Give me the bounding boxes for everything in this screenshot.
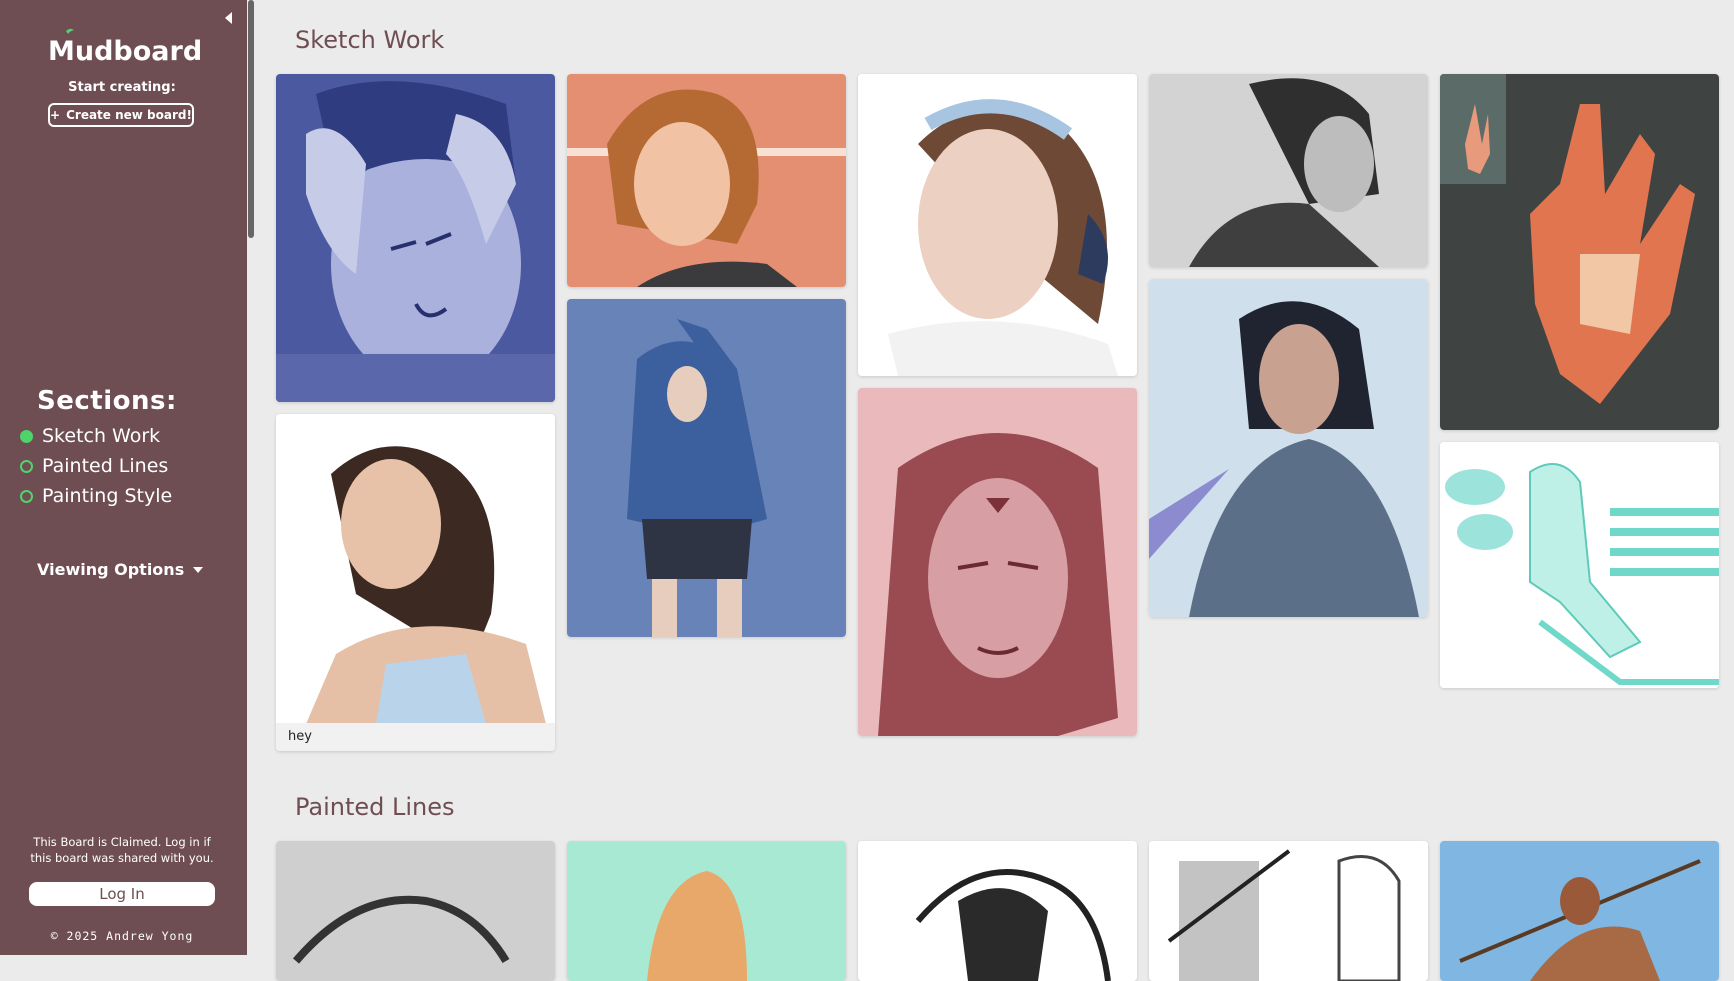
sketch-image — [858, 841, 1137, 981]
chevron-left-icon — [225, 12, 232, 24]
inactive-dot-icon — [20, 459, 33, 473]
image-card-woman-headband-portrait[interactable] — [858, 74, 1137, 376]
section-title-sketch-work: Sketch Work — [295, 26, 445, 54]
create-board-label: Create new board! — [66, 108, 192, 122]
image-card-hand-gesture-orange[interactable] — [1440, 74, 1719, 430]
image-card-figure-hoodie-blue[interactable] — [567, 299, 846, 637]
image-card-ink-sketch-portrait[interactable] — [858, 841, 1137, 981]
sketch-image — [567, 841, 846, 981]
active-dot-icon — [20, 429, 33, 443]
sidebar-item-label: Painting Style — [42, 485, 173, 507]
image-card-gray-sketch-hair[interactable] — [276, 841, 555, 981]
image-card-man-head-in-hands[interactable] — [276, 74, 555, 402]
collapse-sidebar-button[interactable] — [222, 10, 236, 26]
logo-graphic: Mudboard — [48, 28, 202, 67]
sidebar-item-label: Painted Lines — [42, 455, 169, 477]
claimed-board-notice: This Board is Claimed. Log in if this bo… — [30, 835, 214, 865]
sketch-image — [567, 299, 846, 637]
caret-down-icon — [193, 566, 204, 573]
image-card-figure-mint-background[interactable] — [567, 841, 846, 981]
sidebar-item-painting-style[interactable]: Painting Style — [20, 483, 172, 509]
sidebar-item-painted-lines[interactable]: Painted Lines — [20, 453, 168, 479]
sketch-image — [858, 74, 1137, 376]
inactive-dot-icon — [20, 489, 33, 503]
image-card-figure-with-spear-sky[interactable] — [1440, 841, 1719, 981]
section-title-painted-lines: Painted Lines — [295, 793, 455, 821]
viewing-options-dropdown[interactable]: Viewing Options — [37, 560, 204, 579]
sketch-image — [1440, 442, 1719, 688]
start-creating-label: Start creating: — [68, 80, 176, 95]
scrollbar-thumb[interactable] — [248, 0, 254, 238]
sketch-image — [1149, 841, 1428, 981]
sidebar: Mudboard Start creating: + Create new bo… — [0, 0, 247, 955]
sketch-image — [1440, 74, 1719, 430]
sketch-image — [1149, 74, 1428, 267]
image-card-woman-bob-hair-orange[interactable] — [567, 74, 846, 287]
image-card-armored-figure-sketches[interactable] — [1149, 841, 1428, 981]
plus-icon: + — [50, 108, 61, 122]
sections-heading: Sections: — [37, 386, 177, 416]
image-card-man-blue-jacket[interactable] — [1149, 279, 1428, 617]
mudboard-logo[interactable]: Mudboard — [46, 28, 202, 67]
create-board-button[interactable]: + Create new board! — [48, 103, 194, 127]
sidebar-item-label: Sketch Work — [42, 425, 161, 447]
logo-text: Mudboard — [48, 36, 200, 66]
sidebar-item-sketch-work[interactable]: Sketch Work — [20, 423, 160, 449]
sketch-image — [276, 841, 555, 981]
sketch-image — [567, 74, 846, 287]
copyright-text: © 2025 Andrew Yong — [50, 929, 194, 943]
sketch-image — [276, 414, 555, 751]
image-card-woman-pink-portrait[interactable] — [858, 388, 1137, 736]
sketch-image — [1149, 279, 1428, 617]
card-caption: hey — [276, 723, 555, 751]
sketch-image — [858, 388, 1137, 736]
image-card-woman-hair-tank-top[interactable]: hey — [276, 414, 555, 751]
image-card-woman-grayscale-profile[interactable] — [1149, 74, 1428, 267]
viewing-options-label: Viewing Options — [37, 560, 185, 579]
sketch-image — [1440, 841, 1719, 981]
sketch-image — [276, 74, 555, 402]
login-button[interactable]: Log In — [29, 882, 215, 906]
image-card-teal-sketch-bench[interactable] — [1440, 442, 1719, 688]
